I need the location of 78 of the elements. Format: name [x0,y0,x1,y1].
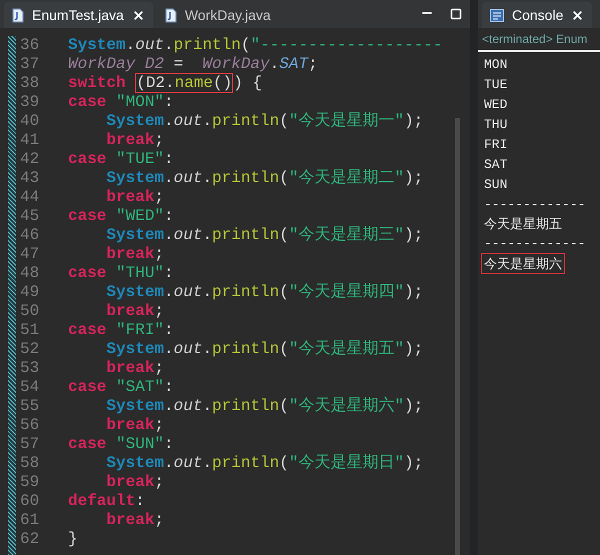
code-line: System.out.println("今天是星期六"); [105,397,424,416]
code-line: System.out.println("今天是星期二"); [105,169,424,188]
tab-label: Console [512,6,564,24]
code-line: System.out.println("今天是星期一"); [105,112,424,131]
code-line: case "WED": [68,207,174,226]
file-tab[interactable]: Console [482,2,592,28]
code-line: case "TUE": [68,150,174,169]
code-line: System.out.println("今天是星期五"); [105,340,424,359]
code-line: break; [105,188,164,207]
code-line: case "THU": [68,264,174,283]
line-number: 51 [19,321,40,340]
line-number: 52 [19,340,40,359]
code-line: break; [105,359,164,378]
console-icon [490,8,504,22]
code-line: System.out.println("------------------- [68,36,442,55]
line-number: 59 [19,473,40,492]
line-number: 50 [19,302,40,321]
console-output-line: SUN [484,176,508,194]
line-number: 53 [19,359,40,378]
code-line: case "SAT": [68,378,174,397]
console-output-line: WED [484,96,508,114]
tab-label: EnumTest.java [32,6,124,25]
line-number: 60 [19,492,40,511]
console-subtitle: <terminated> Enum [478,28,600,52]
maximize-icon[interactable] [450,8,462,20]
code-line: } [68,530,78,549]
line-number: 43 [19,169,40,188]
line-number: 49 [19,283,40,302]
line-number: 56 [19,416,40,435]
code-line: case "FRI": [68,321,174,340]
file-tab[interactable]: EnumTest.java [4,2,153,28]
line-number: 48 [19,264,40,283]
code-line: default: [68,492,145,511]
code-line: WorkDay D2 = WorkDay.SAT; [68,55,318,74]
code-line: System.out.println("今天是星期四"); [105,283,424,302]
code-line: break; [105,416,164,435]
code-line: case "MON": [68,93,174,112]
console-output-line: THU [484,116,508,134]
code-line: break; [105,245,164,264]
line-number: 58 [19,454,40,473]
line-number: 39 [19,93,40,112]
console-output-line: ------------- [484,196,586,214]
console-output-line: SAT [484,156,508,174]
code-line: case "SUN": [68,435,174,454]
line-number: 61 [19,511,40,530]
code-line: break; [105,511,164,530]
line-number: 54 [19,378,40,397]
line-number: 38 [19,74,40,93]
code-line: break; [105,302,164,321]
java-file-icon [164,8,177,22]
close-icon[interactable] [132,8,145,22]
line-number: 40 [19,112,40,131]
line-number: 46 [19,226,40,245]
line-number: 47 [19,245,40,264]
console-output-line: 今天是星期五 [484,215,562,233]
line-number: 37 [19,55,40,74]
line-number: 45 [19,207,40,226]
line-number: 62 [19,530,40,549]
code-line: System.out.println("今天是星期三"); [105,226,424,245]
line-number: 36 [19,36,40,55]
line-number: 42 [19,150,40,169]
console-output-line: MON [484,56,508,74]
code-line: break; [105,131,164,150]
file-tab[interactable]: WorkDay.java [156,2,279,28]
line-number: 41 [19,131,40,150]
tab-label: WorkDay.java [184,6,271,25]
console-output-line: ------------- [484,235,586,253]
line-number: 57 [19,435,40,454]
console-output-line: TUE [484,76,508,94]
scrollbar[interactable] [455,118,460,555]
close-icon[interactable] [571,8,584,22]
java-file-icon [12,8,24,22]
line-number: 44 [19,188,40,207]
code-line: break; [105,473,164,492]
code-line: System.out.println("今天是星期日"); [105,454,424,473]
line-number: 55 [19,397,40,416]
code-line: switch (D2.name()) { [68,74,262,93]
console-output-line: FRI [484,136,508,154]
